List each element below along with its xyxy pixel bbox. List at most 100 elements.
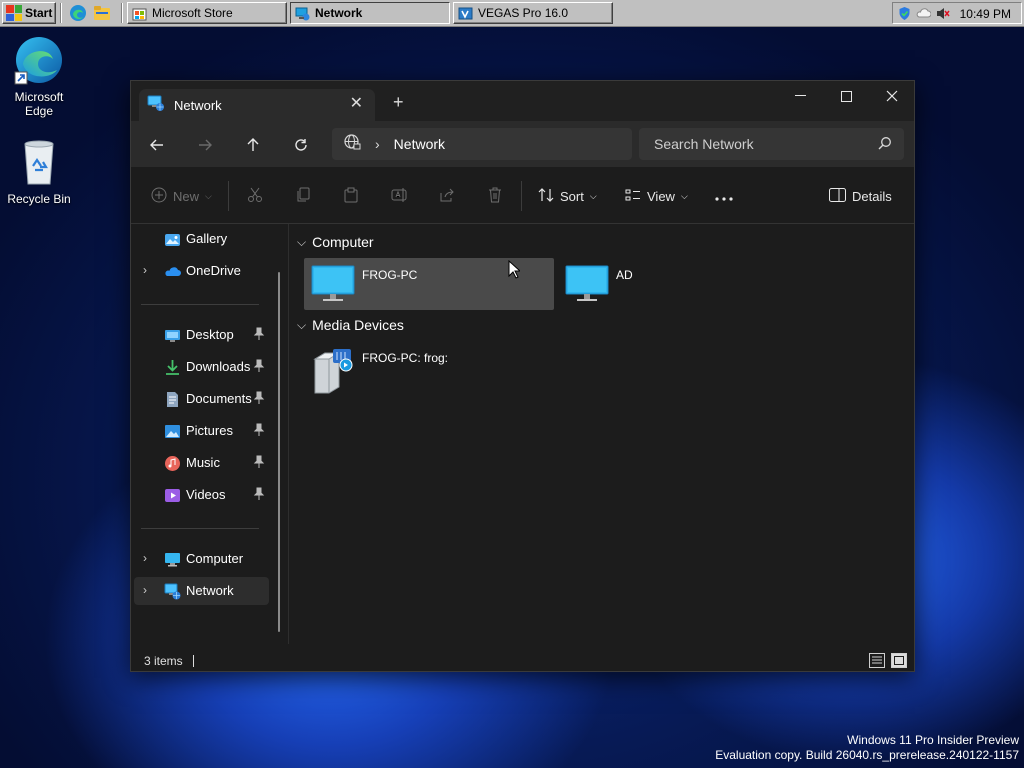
share-button[interactable]	[439, 184, 455, 208]
up-button[interactable]	[239, 131, 267, 159]
desktop-icon-label: Microsoft Edge	[14, 90, 64, 118]
more-options-button[interactable]	[715, 184, 733, 208]
collapse-chevron-icon[interactable]: ⌵	[297, 235, 306, 250]
title-bar: Network ✕ +	[131, 81, 914, 121]
paste-icon	[343, 187, 359, 206]
new-label: New	[173, 188, 200, 204]
plus-circle-icon	[151, 187, 167, 206]
sidebar-item-documents[interactable]: Documents	[134, 385, 269, 413]
large-icons-view-toggle[interactable]	[891, 653, 907, 668]
sidebar-item-pictures[interactable]: Pictures	[134, 417, 269, 445]
taskbar: Start Microsoft Store Network VEGAS Pro …	[0, 0, 1024, 27]
windows-flag-icon	[6, 5, 22, 21]
desktop-icon-edge[interactable]: Microsoft Edge	[1, 34, 77, 118]
clock[interactable]: 10:49 PM	[960, 7, 1011, 21]
command-separator	[521, 181, 522, 211]
paste-button[interactable]	[343, 184, 359, 208]
recycle-bin-icon	[13, 136, 65, 188]
sort-button[interactable]: Sort ⌵	[538, 184, 597, 208]
pin-icon[interactable]	[253, 455, 265, 469]
copy-icon	[295, 187, 311, 206]
navigation-bar: › Network Search Network	[131, 121, 914, 167]
sidebar-item-onedrive[interactable]: › OneDrive	[134, 257, 269, 285]
ellipsis-icon	[715, 189, 733, 204]
pin-icon[interactable]	[253, 327, 265, 341]
system-tray: 10:49 PM	[892, 2, 1022, 24]
search-box[interactable]: Search Network	[639, 128, 904, 160]
group-header-media-devices[interactable]: ⌵ Media Devices	[297, 317, 404, 333]
security-shield-icon[interactable]	[897, 6, 912, 21]
desktop-folder-icon	[164, 327, 181, 344]
expand-chevron-icon[interactable]: ›	[143, 583, 147, 597]
network-item-media-server[interactable]: FROG-PC: frog:	[304, 341, 554, 394]
sidebar-item-desktop[interactable]: Desktop	[134, 321, 269, 349]
speaker-muted-icon[interactable]	[935, 6, 950, 21]
sidebar-divider	[141, 304, 259, 305]
computer-icon	[311, 264, 355, 307]
cloud-icon[interactable]	[916, 6, 932, 21]
sidebar-item-label: Desktop	[186, 327, 234, 342]
refresh-button[interactable]	[287, 131, 315, 159]
sidebar-item-videos[interactable]: Videos	[134, 481, 269, 509]
expand-chevron-icon[interactable]: ›	[143, 263, 147, 277]
sidebar-item-network[interactable]: › Network	[134, 577, 269, 605]
item-label: FROG-PC	[362, 268, 418, 282]
rename-button[interactable]	[391, 184, 409, 208]
view-button[interactable]: View ⌵	[625, 184, 688, 208]
file-explorer-window: Network ✕ + › Network Search Network New…	[130, 80, 915, 672]
file-explorer-quicklaunch-icon[interactable]	[93, 4, 111, 22]
close-tab-icon[interactable]: ✕	[350, 96, 363, 112]
task-label: Network	[315, 6, 363, 20]
sidebar-item-gallery[interactable]: Gallery	[134, 225, 269, 253]
maximize-button[interactable]	[823, 81, 869, 111]
task-microsoft-store[interactable]: Microsoft Store	[127, 2, 287, 24]
item-label: FROG-PC: frog:	[362, 351, 449, 365]
start-label: Start	[25, 6, 53, 20]
task-label: VEGAS Pro 16.0	[478, 6, 569, 20]
network-item-ad[interactable]: AD	[558, 258, 808, 310]
task-network[interactable]: Network	[290, 2, 450, 24]
pin-icon[interactable]	[253, 423, 265, 437]
tab-network[interactable]: Network ✕	[139, 89, 375, 121]
forward-button[interactable]	[191, 131, 219, 159]
status-bar: 3 items	[131, 649, 914, 671]
group-header-computer[interactable]: ⌵ Computer	[297, 234, 374, 250]
sidebar-item-computer[interactable]: › Computer	[134, 545, 269, 573]
delete-button[interactable]	[487, 184, 503, 208]
copy-button[interactable]	[295, 184, 311, 208]
pin-icon[interactable]	[253, 359, 265, 373]
sidebar-scrollbar[interactable]	[278, 272, 280, 632]
new-button[interactable]: New ⌵	[151, 184, 212, 208]
details-view-toggle[interactable]	[869, 653, 885, 668]
desktop-icon-recycle-bin[interactable]: Recycle Bin	[1, 136, 77, 206]
pin-icon[interactable]	[253, 391, 265, 405]
pictures-icon	[164, 423, 181, 440]
new-tab-icon[interactable]: +	[393, 93, 404, 111]
view-list-icon	[625, 187, 641, 206]
taskbar-separator	[60, 3, 62, 23]
breadcrumb-chevron-icon[interactable]: ›	[375, 136, 380, 152]
sidebar-item-music[interactable]: Music	[134, 449, 269, 477]
watermark-build: Evaluation copy. Build 26040.rs_prerelea…	[715, 748, 1019, 762]
task-vegas-pro[interactable]: VEGAS Pro 16.0	[453, 2, 613, 24]
breadcrumb-location[interactable]: Network	[394, 136, 445, 152]
search-input[interactable]: Search Network	[654, 136, 754, 152]
pin-icon[interactable]	[253, 487, 265, 501]
back-button[interactable]	[143, 131, 171, 159]
computer-icon	[565, 264, 609, 307]
sort-icon	[538, 187, 554, 206]
sidebar-item-downloads[interactable]: Downloads	[134, 353, 269, 381]
search-icon[interactable]	[878, 136, 892, 153]
minimize-button[interactable]	[777, 81, 823, 111]
downloads-icon	[164, 359, 181, 376]
watermark-edition: Windows 11 Pro Insider Preview	[847, 733, 1019, 747]
edge-quicklaunch-icon[interactable]	[69, 4, 87, 22]
start-button[interactable]: Start	[2, 2, 56, 24]
details-pane-button[interactable]: Details	[829, 184, 892, 208]
close-window-button[interactable]	[869, 81, 914, 111]
collapse-chevron-icon[interactable]: ⌵	[297, 318, 306, 333]
expand-chevron-icon[interactable]: ›	[143, 551, 147, 565]
sidebar-item-label: Music	[186, 455, 220, 470]
address-bar[interactable]: › Network	[332, 128, 632, 160]
cut-button[interactable]	[247, 184, 263, 208]
